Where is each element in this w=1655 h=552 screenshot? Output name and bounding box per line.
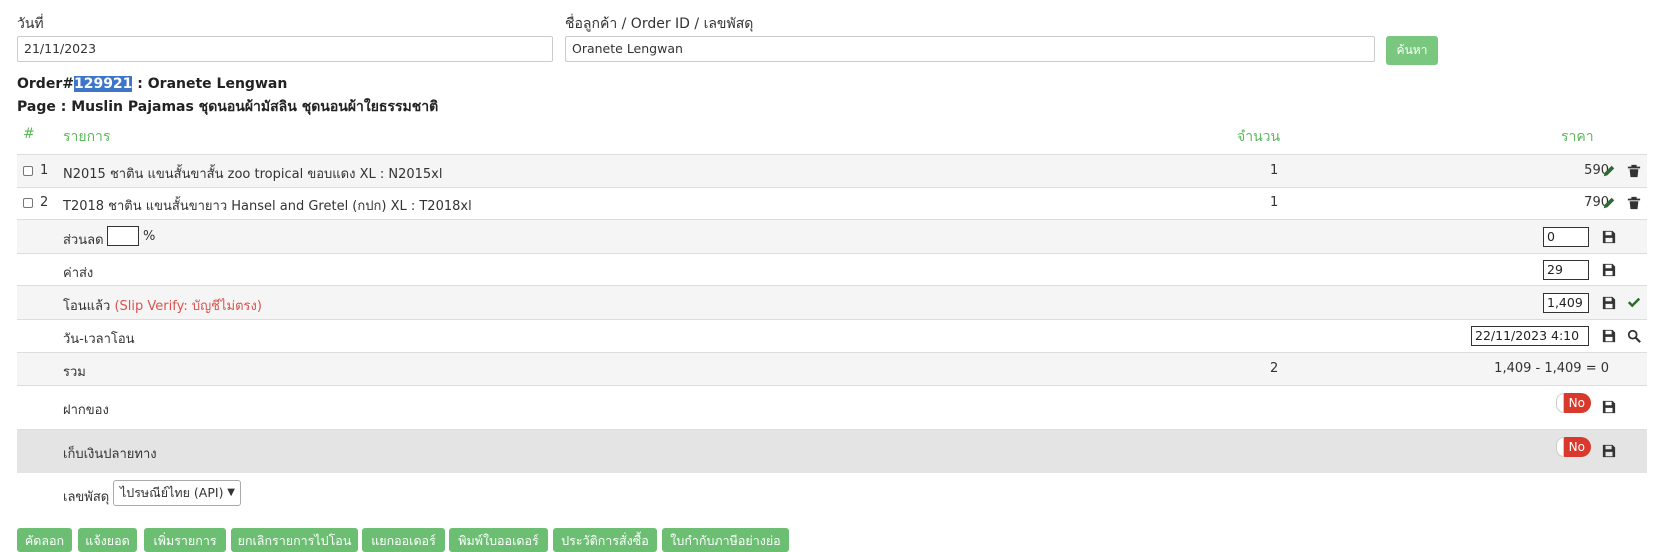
cancel-transfer-button[interactable]: ยกเลิกรายการไปโอน — [231, 528, 358, 552]
table-row: 2 T2018 ชาติน แขนสั้นขายาว Hansel and Gr… — [17, 187, 1647, 219]
item-name: N2015 ชาติน แขนสั้นขาสั้น zoo tropical ข… — [63, 167, 443, 182]
total-summary: 1,409 - 1,409 = 0 — [1494, 361, 1609, 376]
deposit-row: ฝากของ No — [17, 385, 1647, 429]
save-icon[interactable] — [1602, 444, 1616, 458]
notify-total-button[interactable]: แจ้งยอด — [78, 528, 137, 552]
cod-toggle[interactable]: No — [1556, 437, 1591, 457]
edit-icon[interactable] — [1602, 164, 1616, 178]
order-customer: : Oranete Lengwan — [132, 76, 288, 92]
cod-row: เก็บเงินปลายทาง No — [17, 429, 1647, 473]
paid-row: โอนแล้ว (Slip Verify: บัญชีไม่ตรง) 1,409 — [17, 285, 1647, 319]
save-icon[interactable] — [1602, 296, 1616, 310]
transfer-time-label: วัน-เวลาโอน — [63, 332, 135, 347]
search-icon[interactable] — [1627, 329, 1641, 343]
item-qty: 1 — [1270, 163, 1279, 178]
save-icon[interactable] — [1602, 329, 1616, 343]
delete-icon[interactable] — [1627, 164, 1641, 178]
item-name: T2018 ชาติน แขนสั้นขายาว Hansel and Gret… — [63, 199, 472, 214]
item-checkbox[interactable] — [23, 166, 33, 176]
carrier-value: ไปรษณีย์ไทย (API) — [120, 485, 224, 500]
deposit-toggle-label: No — [1568, 396, 1585, 410]
delete-icon[interactable] — [1627, 196, 1641, 210]
cod-label: เก็บเงินปลายทาง — [63, 447, 157, 462]
col-header-qty: จำนวน — [1237, 129, 1281, 145]
tax-invoice-button[interactable]: ใบกำกับภาษีอย่างย่อ — [662, 528, 789, 552]
col-header-price: ราคา — [1561, 129, 1594, 145]
deposit-label: ฝากของ — [63, 403, 109, 418]
slip-verify-note: (Slip Verify: บัญชีไม่ตรง) — [114, 299, 262, 314]
copy-button[interactable]: คัดลอก — [17, 528, 72, 552]
transfer-time-input[interactable]: 22/11/2023 4:10 — [1471, 326, 1589, 346]
total-qty: 2 — [1270, 361, 1279, 376]
transfer-time-row: วัน-เวลาโอน 22/11/2023 4:10 — [17, 319, 1647, 352]
cod-toggle-label: No — [1568, 440, 1585, 454]
search-button[interactable]: ค้นหา — [1386, 36, 1438, 65]
paid-amount-input[interactable]: 1,409 — [1543, 293, 1589, 313]
table-row: 1 N2015 ชาติน แขนสั้นขาสั้น zoo tropical… — [17, 154, 1647, 187]
order-page: Page : Muslin Pajamas ชุดนอนผ้ามัสลิน ชุ… — [17, 99, 439, 115]
save-icon[interactable] — [1602, 230, 1616, 244]
discount-percent-input[interactable] — [107, 226, 139, 246]
add-item-button[interactable]: เพิ่มรายการ — [144, 528, 226, 552]
paid-label: โอนแล้ว — [63, 299, 111, 314]
col-header-item: รายการ — [63, 129, 111, 145]
item-qty: 1 — [1270, 195, 1279, 210]
discount-label: ส่วนลด — [63, 233, 104, 248]
print-order-button[interactable]: พิมพ์ใบออเดอร์ — [449, 528, 548, 552]
chevron-down-icon: ▼ — [227, 487, 235, 498]
edit-icon[interactable] — [1602, 196, 1616, 210]
split-order-button[interactable]: แยกออเดอร์ — [362, 528, 445, 552]
customer-search-input[interactable]: Oranete Lengwan — [565, 36, 1375, 62]
carrier-select[interactable]: ไปรษณีย์ไทย (API) ▼ — [113, 480, 241, 506]
order-prefix: Order# — [17, 76, 74, 92]
percent-unit: % — [143, 229, 156, 244]
tracking-label: เลขพัสดุ — [63, 490, 110, 505]
check-icon[interactable] — [1627, 296, 1641, 310]
discount-row: ส่วนลด % 0 — [17, 219, 1647, 253]
discount-amount-input[interactable]: 0 — [1543, 227, 1589, 247]
deposit-toggle[interactable]: No — [1556, 393, 1591, 413]
total-label: รวม — [63, 365, 86, 380]
date-label: วันที่ — [17, 16, 44, 32]
shipping-row: ค่าส่ง 29 — [17, 253, 1647, 285]
item-num: 1 — [40, 163, 49, 178]
item-checkbox[interactable] — [23, 198, 33, 208]
save-icon[interactable] — [1602, 263, 1616, 277]
order-history-button[interactable]: ประวัติการสั่งซื้อ — [553, 528, 657, 552]
total-row: รวม 2 1,409 - 1,409 = 0 — [17, 352, 1647, 385]
paid-label-group: โอนแล้ว (Slip Verify: บัญชีไม่ตรง) — [63, 295, 262, 316]
shipping-amount-input[interactable]: 29 — [1543, 260, 1589, 280]
order-title: Order#129921 : Oranete Lengwan — [17, 76, 287, 92]
item-num: 2 — [40, 195, 49, 210]
order-id: 129921 — [73, 76, 133, 92]
save-icon[interactable] — [1602, 400, 1616, 414]
col-header-num: # — [23, 126, 35, 142]
date-input[interactable]: 21/11/2023 — [17, 36, 553, 62]
shipping-label: ค่าส่ง — [63, 266, 94, 281]
customer-search-label: ชื่อลูกค้า / Order ID / เลขพัสดุ — [565, 16, 754, 32]
